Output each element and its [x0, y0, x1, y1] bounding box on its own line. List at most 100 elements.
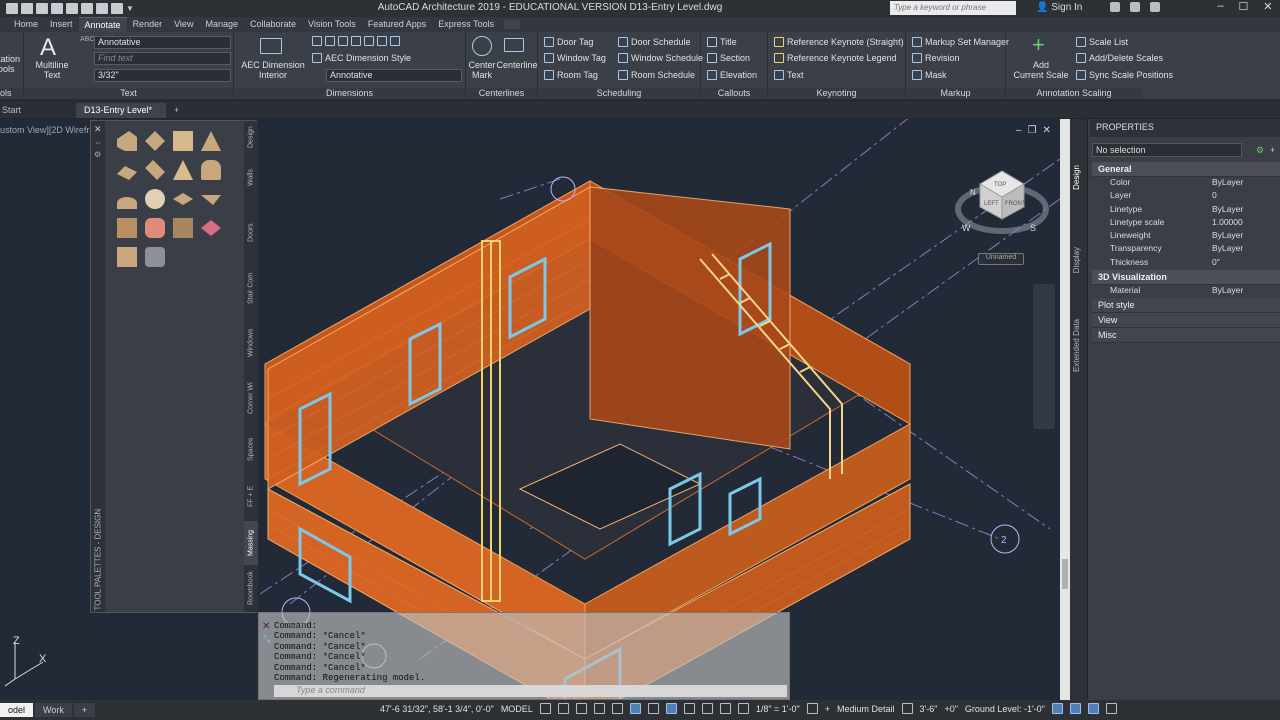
autohide-icon[interactable]: ⇔ [94, 138, 102, 147]
doric-tool[interactable] [173, 193, 193, 205]
aec-dimension-style-button[interactable]: AEC Dimension Style [312, 53, 411, 63]
tab-vision-tools[interactable]: Vision Tools [302, 17, 362, 32]
viewport-restore-button[interactable]: ❐ [1028, 125, 1037, 136]
model-space-button[interactable]: MODEL [501, 704, 533, 714]
palette-tab-ff-e[interactable]: FF + E [244, 472, 258, 520]
box-tool[interactable] [173, 131, 193, 151]
callouts-panel-label[interactable]: Callouts [701, 88, 767, 99]
search-input[interactable]: Type a keyword or phrase [890, 1, 1016, 15]
grid-icon[interactable] [539, 703, 551, 714]
markup-set-manager-button[interactable]: Markup Set Manager [912, 37, 1009, 47]
maximize-button[interactable]: ☐ [1239, 0, 1249, 13]
tab-render[interactable]: Render [127, 17, 169, 32]
tab-collaborate[interactable]: Collaborate [244, 17, 302, 32]
close-icon[interactable]: ✕ [94, 124, 102, 135]
selection-cycling-icon[interactable] [701, 703, 713, 714]
selection-dropdown[interactable]: No selection [1092, 143, 1242, 157]
add-tab-button[interactable]: + [166, 103, 187, 118]
property-value[interactable]: 0" [1210, 257, 1280, 270]
file-tab-active[interactable]: D13-Entry Level* [76, 103, 166, 118]
tab-view[interactable]: View [168, 17, 199, 32]
property-value[interactable]: 1.00000 [1210, 217, 1280, 230]
sign-in-button[interactable]: 👤 Sign In [1036, 2, 1082, 13]
cut-plane-icon[interactable] [901, 703, 913, 714]
property-value[interactable]: ByLayer [1210, 285, 1280, 298]
ucs-menu[interactable]: Unnamed [978, 253, 1024, 265]
property-row[interactable]: Lineweight ByLayer [1092, 230, 1280, 243]
exchange-icon[interactable] [1130, 2, 1140, 12]
cone-tool[interactable] [173, 160, 193, 180]
display-detail-dropdown[interactable]: Medium Detail [837, 704, 895, 714]
pyramid-tool[interactable] [201, 131, 221, 151]
extrusion-tool[interactable] [117, 218, 137, 238]
snap-icon[interactable] [557, 703, 569, 714]
section-3d-visualization[interactable]: 3D Visualization [1092, 270, 1280, 286]
door-schedule-button[interactable]: Door Schedule [618, 37, 691, 47]
minimize-button[interactable]: – [1217, 0, 1223, 13]
scrollbar-thumb[interactable] [1062, 559, 1068, 589]
keynote-text-button[interactable]: Text [774, 70, 804, 80]
palette-tab-windows[interactable]: Windows [244, 317, 258, 369]
isolate-icon[interactable] [1051, 703, 1063, 714]
viewcube[interactable]: TOP LEFT FRONT W S N [955, 170, 1049, 234]
barrel-vault-tool[interactable] [145, 160, 165, 180]
palette-tab-walls[interactable]: Walls [244, 150, 258, 206]
clean-screen-icon[interactable] [1087, 703, 1099, 714]
arch-tool[interactable] [117, 131, 137, 151]
viewport-label[interactable]: ustom View][2D Wirefra [0, 125, 94, 135]
section-plot-style[interactable]: Plot style [1092, 298, 1280, 314]
dimension-tools-row[interactable] [312, 36, 400, 46]
palette-tab-massing[interactable]: Massing [244, 521, 258, 565]
workspace-gear-icon[interactable] [806, 703, 818, 714]
property-row[interactable]: Transparency ByLayer [1092, 243, 1280, 256]
reference-keynote-legend-button[interactable]: Reference Keynote Legend [774, 53, 897, 63]
tool-palette-titlebar[interactable]: ✕ ⇔ ⚙ TOOL PALETTES - DESIGN [91, 121, 105, 612]
centerline-button[interactable]: Centerline [496, 60, 538, 70]
transparency-icon[interactable] [683, 703, 695, 714]
find-text-input[interactable]: Find text [94, 52, 231, 65]
scheduling-panel-label[interactable]: Scheduling [538, 88, 700, 99]
slice-tool[interactable] [145, 247, 165, 267]
tab-featured-apps[interactable]: Featured Apps [362, 17, 433, 32]
text-height-dropdown[interactable]: 3/32" [94, 69, 231, 82]
property-value[interactable]: ByLayer [1210, 243, 1280, 256]
layout-tab-work[interactable]: Work [35, 703, 72, 717]
palette-tab-design[interactable]: Design [244, 125, 258, 149]
object-snap-tracking-icon[interactable] [629, 703, 641, 714]
cylinder-tool[interactable] [201, 160, 221, 180]
plus-icon[interactable]: + [825, 704, 830, 714]
text-panel-label[interactable]: Text [24, 88, 233, 99]
tab-annotate[interactable]: Annotate [78, 17, 127, 32]
close-icon[interactable]: ✕ [262, 621, 270, 632]
coordinates-readout[interactable]: 47'-6 31/32", 58'-1 3/4", 0'-0" [380, 704, 494, 714]
help-icon[interactable] [1150, 2, 1160, 12]
center-mark-button[interactable]: Center Mark [466, 60, 498, 80]
hardware-acceleration-icon[interactable] [1069, 703, 1081, 714]
gable-tool[interactable] [145, 131, 165, 151]
mass-group-tool[interactable] [201, 220, 221, 236]
property-row[interactable]: Color ByLayer [1092, 177, 1280, 190]
isosceles-triangle-tool[interactable] [117, 166, 137, 180]
sphere-tool[interactable] [145, 189, 165, 209]
elevation-offset[interactable]: +0" [944, 704, 957, 714]
revision-button[interactable]: Revision [912, 53, 960, 63]
pickadd-icon[interactable]: + [1270, 145, 1275, 155]
polar-icon[interactable] [593, 703, 605, 714]
isodraft-icon[interactable] [611, 703, 623, 714]
ground-level-dropdown[interactable]: Ground Level: -1'-0" [965, 704, 1045, 714]
elevation-button[interactable]: Elevation [707, 70, 757, 80]
viewport-close-button[interactable]: ✕ [1043, 125, 1051, 136]
property-value[interactable]: ByLayer [1210, 177, 1280, 190]
add-delete-scales-button[interactable]: Add/Delete Scales [1076, 53, 1163, 63]
annotation-visibility-icon[interactable] [719, 703, 731, 714]
markup-panel-label[interactable]: Markup [906, 88, 1005, 99]
file-tab-start[interactable]: Start [0, 103, 29, 118]
wrench-icon[interactable]: 🔧 [262, 635, 272, 644]
ribbon-options-button[interactable] [504, 19, 521, 29]
command-input[interactable]: Type a command [274, 685, 787, 697]
tab-manage[interactable]: Manage [199, 17, 244, 32]
customization-icon[interactable] [1105, 703, 1117, 714]
palette-tab-roombook[interactable]: Roombook [244, 566, 258, 610]
room-schedule-button[interactable]: Room Schedule [618, 70, 695, 80]
dimension-style-dropdown[interactable]: Annotative [326, 69, 462, 82]
